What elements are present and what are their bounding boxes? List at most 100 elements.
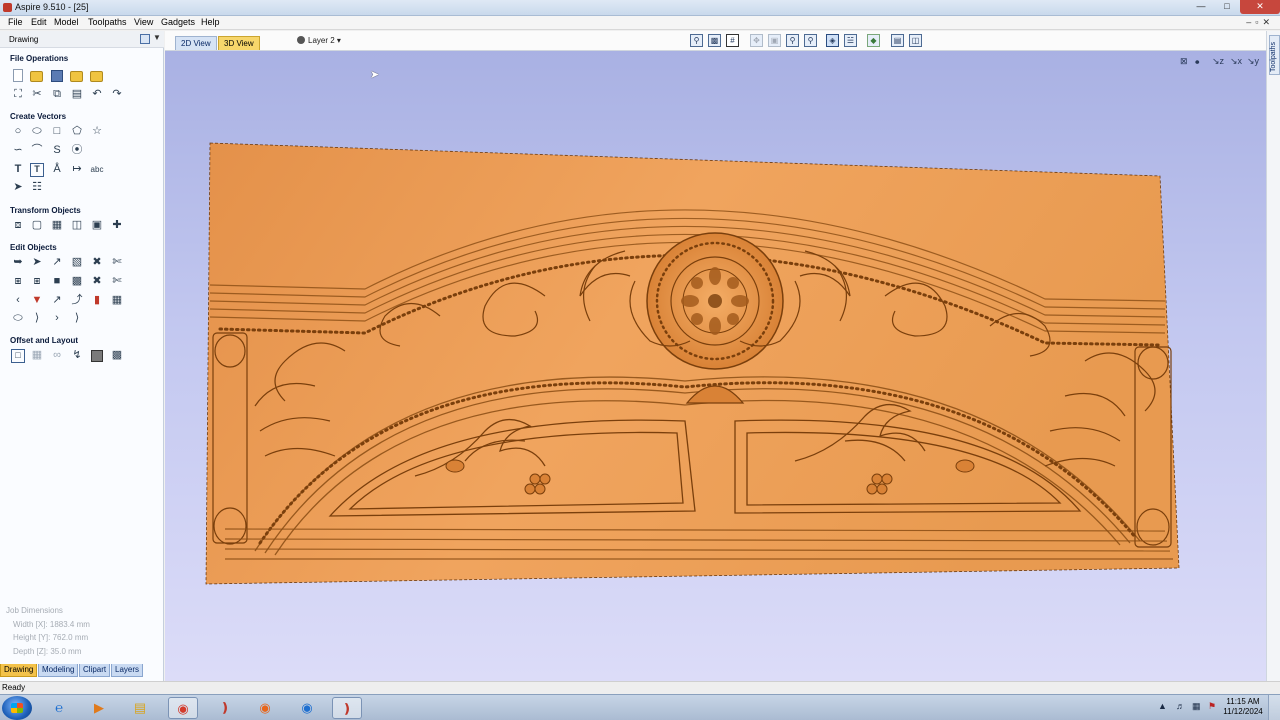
draw-ellipse-icon[interactable]: ⬭: [30, 125, 44, 139]
copy-along-vectors-icon[interactable]: ↯: [70, 349, 84, 363]
file-explorer-icon[interactable]: ▤: [125, 697, 155, 719]
circular-array-icon[interactable]: ∞: [50, 349, 64, 363]
draw-polygon-icon[interactable]: ⬠: [70, 125, 84, 139]
tab-modeling[interactable]: Modeling: [38, 664, 79, 677]
pin-icon[interactable]: ▼: [153, 33, 161, 42]
show-toolpaths-icon[interactable]: ◆: [867, 34, 880, 47]
auto-layout-text-icon[interactable]: T: [30, 163, 44, 177]
subtract-icon[interactable]: ■: [50, 275, 64, 289]
open-file-icon[interactable]: [30, 71, 43, 82]
dogbone-icon[interactable]: ▦: [110, 294, 124, 308]
close-vectors-icon[interactable]: ✄: [110, 275, 124, 289]
maximize-button[interactable]: □: [1214, 0, 1240, 14]
fillet-icon[interactable]: ▼: [30, 294, 44, 308]
job-setup-icon[interactable]: ⛶: [11, 88, 25, 102]
toolpaths-panel-strip[interactable]: Toolpaths: [1266, 31, 1280, 681]
grid-icon[interactable]: #: [726, 34, 739, 47]
ie-icon[interactable]: ℮: [44, 697, 74, 719]
render-shaded-icon[interactable]: ◈: [826, 34, 839, 47]
join-vectors-icon[interactable]: ✖: [90, 275, 104, 289]
array-copy-icon[interactable]: ▦: [30, 349, 44, 363]
draw-rectangle-icon[interactable]: □: [50, 125, 64, 139]
tile-horizontal-icon[interactable]: ▤: [891, 34, 904, 47]
trim-icon[interactable]: ✖: [90, 256, 104, 270]
nesting-icon[interactable]: [91, 350, 103, 362]
copy-icon[interactable]: ⧉: [50, 88, 64, 102]
panel-dock-icon[interactable]: [140, 34, 150, 44]
rulers-icon[interactable]: ▣: [768, 34, 781, 47]
tray-arrow-icon[interactable]: ▲: [1158, 701, 1167, 711]
label-parts-icon[interactable]: ▩: [110, 349, 124, 363]
scissors-icon[interactable]: ✄: [110, 256, 124, 270]
text-tool-icon[interactable]: T: [11, 163, 25, 177]
import-vectors-icon[interactable]: [70, 71, 83, 82]
intersect-icon[interactable]: ▩: [70, 275, 84, 289]
tile-vertical-icon[interactable]: ◫: [909, 34, 922, 47]
draw-circle-icon[interactable]: ○: [11, 125, 25, 139]
zoom-in-icon[interactable]: ⚲: [786, 34, 799, 47]
zoom-box-icon[interactable]: ⚲: [690, 34, 703, 47]
zoom-extents-icon[interactable]: ▩: [708, 34, 721, 47]
new-file-icon[interactable]: [13, 69, 23, 82]
text-on-curve-icon[interactable]: Å: [50, 163, 64, 177]
close-button[interactable]: ✕: [1240, 0, 1280, 14]
action-center-icon[interactable]: ⚑: [1208, 701, 1216, 712]
center-icon[interactable]: ✚: [110, 219, 124, 233]
draw-polyline-icon[interactable]: ∽: [11, 144, 25, 158]
tab-2d-view[interactable]: 2D View: [175, 36, 217, 50]
mdi-window-controls[interactable]: –▫✕: [1246, 17, 1274, 28]
cut-icon[interactable]: ✂: [30, 88, 44, 102]
start-button[interactable]: [2, 696, 32, 720]
menu-gadgets[interactable]: Gadgets: [161, 17, 195, 27]
distort-icon[interactable]: ▣: [90, 219, 104, 233]
vector-texture-icon[interactable]: ☷: [30, 181, 44, 195]
clock[interactable]: 11:15 AM 11/12/2024: [1222, 697, 1264, 717]
select-icon[interactable]: ➥: [11, 256, 25, 270]
3d-viewport[interactable]: ⊠ ⦁ ↘z ↘x ↘y ➤: [165, 51, 1266, 681]
show-desktop-button[interactable]: [1268, 695, 1280, 720]
chrome-icon[interactable]: ◉: [168, 697, 198, 719]
extend-icon[interactable]: ↗: [50, 294, 64, 308]
tab-drawing[interactable]: Drawing: [0, 664, 38, 677]
offset-boundary-icon[interactable]: ⬭: [11, 312, 25, 326]
corner-icon[interactable]: ‹: [11, 294, 25, 308]
render-material-icon[interactable]: ☱: [844, 34, 857, 47]
move-icon[interactable]: ⧈: [11, 219, 25, 233]
align-icon[interactable]: ▦: [50, 219, 64, 233]
tab-3d-view[interactable]: 3D View: [218, 36, 260, 50]
draw-star-icon[interactable]: ☆: [90, 125, 104, 139]
toolpaths-tab[interactable]: Toolpaths: [1269, 35, 1280, 75]
layer-selector[interactable]: Layer 2 ▾: [297, 36, 341, 45]
bracket-icon[interactable]: ⟩: [30, 312, 44, 326]
interactive-transform-icon[interactable]: ↗: [50, 256, 64, 270]
aspire-active-icon[interactable]: ❫: [332, 697, 362, 719]
mirror-icon[interactable]: ◫: [70, 219, 84, 233]
weld-icon[interactable]: ⧆: [11, 275, 25, 289]
curve-tool-icon[interactable]: ⟩: [70, 312, 84, 326]
volume-icon[interactable]: ♬: [1176, 701, 1185, 711]
offset-icon[interactable]: □: [11, 349, 25, 363]
menu-model[interactable]: Model: [54, 17, 79, 27]
firefox-icon[interactable]: ◉: [250, 697, 280, 719]
aspire-icon[interactable]: ❫: [210, 697, 240, 719]
minimize-button[interactable]: —: [1188, 0, 1214, 14]
chevron-icon[interactable]: ›: [50, 312, 64, 326]
undo-icon[interactable]: ↶: [90, 88, 104, 102]
merge-icon[interactable]: ⧆: [30, 275, 44, 289]
network-icon[interactable]: ▦: [1192, 701, 1201, 712]
menu-view[interactable]: View: [134, 17, 153, 27]
trace-bitmap-icon[interactable]: ➤: [11, 181, 25, 195]
draw-arc-icon[interactable]: ⌒: [30, 144, 44, 158]
smart-smooth-icon[interactable]: ▮: [90, 294, 104, 308]
redo-icon[interactable]: ↷: [110, 88, 124, 102]
menu-edit[interactable]: Edit: [31, 17, 47, 27]
menu-help[interactable]: Help: [201, 17, 220, 27]
measure-icon[interactable]: abc: [90, 163, 104, 177]
menu-toolpaths[interactable]: Toolpaths: [88, 17, 127, 27]
draw-spiral-icon[interactable]: ⦿: [70, 144, 84, 158]
save-icon[interactable]: [51, 70, 63, 82]
tab-layers[interactable]: Layers: [111, 664, 144, 677]
chrome-alt-icon[interactable]: ◉: [292, 697, 322, 719]
tab-clipart[interactable]: Clipart: [79, 664, 111, 677]
zoom-out-icon[interactable]: ⚲: [804, 34, 817, 47]
